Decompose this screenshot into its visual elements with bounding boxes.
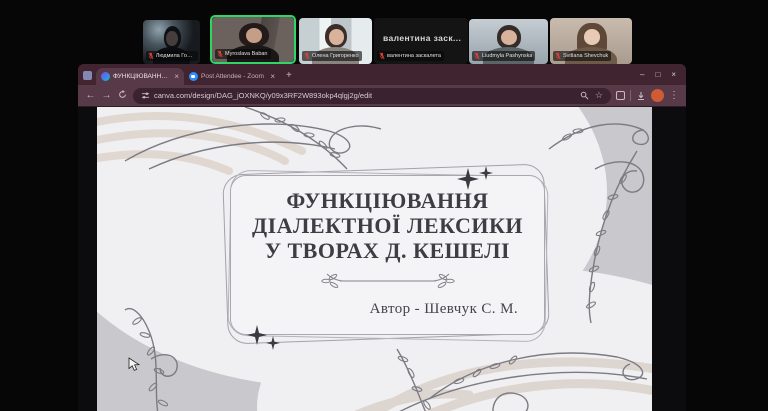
participant-name-tag: Myroslava Baban	[215, 49, 271, 59]
participant-tile-1[interactable]: Людмила Гомра	[143, 20, 200, 64]
close-window-button[interactable]: ×	[671, 71, 676, 79]
reload-icon	[119, 89, 126, 98]
participant-tile-5[interactable]: Liudmyla Pashynska	[469, 19, 548, 64]
bookmark-star-icon[interactable]: ☆	[595, 91, 603, 100]
tab-strip: ФУНКЦІЮВАННЯ-ДІАЛЕКТНО × Post Attendee -…	[78, 64, 686, 85]
participant-name: валентина заскалета	[387, 52, 441, 59]
participant-name-tag: Олена Григоренко	[302, 51, 362, 61]
back-button[interactable]: ←	[85, 90, 96, 101]
site-settings-icon[interactable]	[141, 91, 150, 100]
participant-name-tag: Svitlana Shevchuk	[553, 51, 612, 61]
window-controls: – □ ×	[640, 71, 680, 85]
leaf-divider-ornament	[320, 273, 455, 289]
mouse-cursor	[128, 357, 140, 371]
muted-mic-icon	[555, 52, 561, 60]
url-text: canva.com/design/DAG_jOXNKQ/y09x3RF2W893…	[154, 91, 373, 100]
title-card: ФУНКЦІЮВАННЯ ДІАЛЕКТНОЇ ЛЕКСИКИ У ТВОРАХ…	[230, 175, 545, 335]
toolbar-divider	[630, 90, 631, 101]
new-tab-button[interactable]: +	[286, 71, 292, 81]
canva-favicon	[101, 72, 110, 81]
maximize-button[interactable]: □	[655, 71, 660, 79]
participant-name: Myroslava Baban	[225, 50, 268, 57]
participant-display-name: валентина заск...	[383, 33, 462, 43]
zoom-meeting-screen: Людмила Гомра Myroslava Baban Олена Григ…	[0, 0, 768, 411]
reload-button[interactable]	[117, 89, 128, 102]
diamond-ornament-top	[457, 166, 493, 190]
extensions-icon[interactable]	[616, 91, 625, 100]
diamond-ornament-bottom	[247, 325, 280, 350]
participant-tile-6[interactable]: Svitlana Shevchuk	[550, 18, 632, 64]
zoom-favicon	[189, 72, 198, 81]
participant-name-tag: Liudmyla Pashynska	[472, 51, 536, 61]
tab-title: Post Attendee - Zoom	[201, 73, 264, 80]
participant-name: Liudmyla Pashynska	[482, 52, 533, 59]
close-tab-icon[interactable]: ×	[270, 72, 275, 81]
muted-mic-icon	[474, 52, 480, 60]
slide-author: Автор - Шевчук С. М.	[369, 301, 518, 317]
close-tab-icon[interactable]: ×	[174, 72, 179, 81]
participant-name-tag: валентина заскалета	[377, 51, 444, 61]
window-icon[interactable]	[83, 71, 92, 80]
slide-title-line-2: ДІАЛЕКТНОЇ ЛЕКСИКИ	[251, 213, 524, 238]
search-icon[interactable]	[580, 91, 589, 100]
muted-mic-icon	[217, 50, 223, 58]
tab-title: ФУНКЦІЮВАННЯ-ДІАЛЕКТНО	[113, 73, 171, 80]
participant-name-tag: Людмила Гомра	[146, 51, 199, 61]
participant-tile-4-camera-off[interactable]: валентина заск... валентина заскалета	[374, 18, 468, 64]
participant-name: Олена Григоренко	[312, 52, 359, 59]
slide-title-line-3: У ТВОРАХ Д. КЕШЕЛІ	[264, 238, 511, 263]
tab-zoom[interactable]: Post Attendee - Zoom ×	[184, 68, 280, 85]
forward-button[interactable]: →	[101, 90, 112, 101]
muted-mic-icon	[148, 52, 154, 60]
presentation-slide: ФУНКЦІЮВАННЯ ДІАЛЕКТНОЇ ЛЕКСИКИ У ТВОРАХ…	[97, 107, 652, 411]
address-bar[interactable]: canva.com/design/DAG_jOXNKQ/y09x3RF2W893…	[133, 87, 611, 104]
browser-viewport: ФУНКЦІЮВАННЯ ДІАЛЕКТНОЇ ЛЕКСИКИ У ТВОРАХ…	[78, 107, 686, 411]
minimize-button[interactable]: –	[640, 71, 644, 79]
browser-window: ФУНКЦІЮВАННЯ-ДІАЛЕКТНО × Post Attendee -…	[78, 64, 686, 411]
profile-avatar[interactable]	[651, 89, 664, 102]
browser-toolbar: ← → canva.com/design/DAG_jOXNKQ/y09x3RF2…	[78, 85, 686, 107]
browser-menu-icon[interactable]: ⋮	[669, 90, 679, 101]
tab-canva-presentation[interactable]: ФУНКЦІЮВАННЯ-ДІАЛЕКТНО ×	[96, 68, 184, 85]
participant-tile-2-active-speaker[interactable]: Myroslava Baban	[210, 15, 296, 64]
participant-name: Svitlana Shevchuk	[563, 52, 609, 59]
download-icon[interactable]	[636, 91, 646, 101]
participant-tile-3[interactable]: Олена Григоренко	[299, 18, 372, 64]
participant-name: Людмила Гомра	[155, 52, 196, 59]
muted-mic-icon	[304, 52, 310, 60]
muted-mic-icon	[379, 52, 385, 60]
